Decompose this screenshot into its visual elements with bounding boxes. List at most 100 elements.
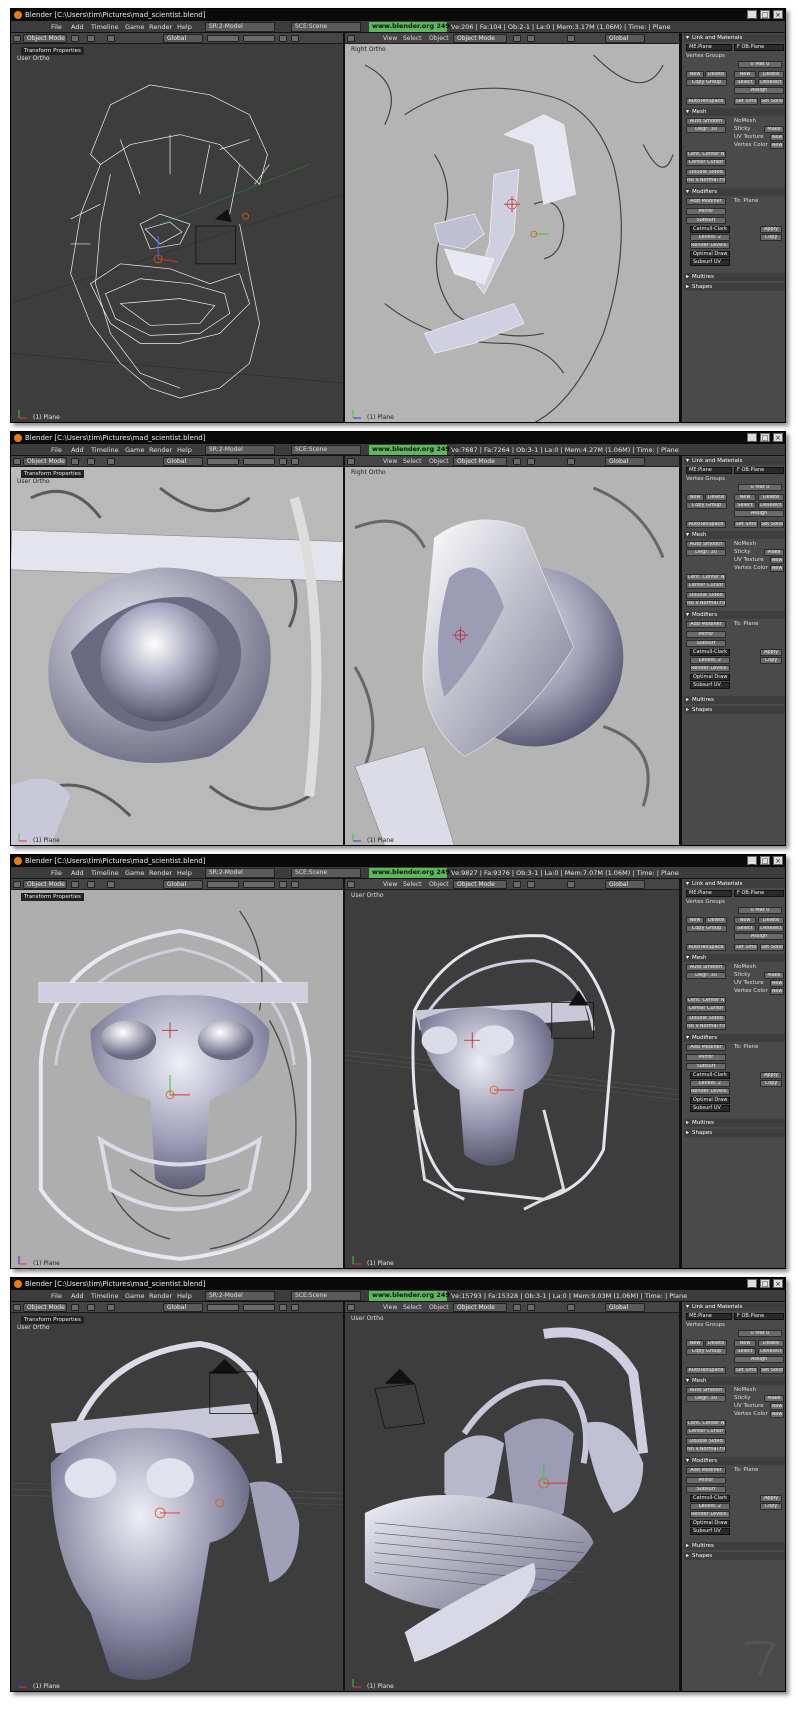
right-viewport[interactable]: View Select Object Object Mode Global Us… [345,1302,681,1691]
orientation-select[interactable]: Global [163,880,203,889]
menu-game[interactable]: Game [125,444,144,456]
viewport-type-icon[interactable] [13,881,21,888]
mesh-header[interactable]: Mesh [684,1377,785,1385]
menu-select[interactable]: Select [403,33,422,44]
multires-header[interactable]: Multires [684,696,785,704]
menu-file[interactable]: File [51,1290,62,1302]
make-sticky-button[interactable]: Make [764,126,784,133]
screen-selector[interactable]: SR:2-Model [205,868,275,878]
left-viewport[interactable]: Object Mode Global Transform Properties … [11,1302,345,1691]
new-vcol-button[interactable]: New [770,1411,784,1418]
delete-material-button[interactable]: Delete [758,71,784,78]
material-slot[interactable]: 0 Mat 0 [738,61,782,68]
blender-url[interactable]: www.blender.org 249.2 [369,868,457,878]
select-material-button[interactable]: Select [734,79,756,86]
orientation-select[interactable]: Global [163,1303,203,1312]
apply-modifier-button[interactable]: Apply [760,226,782,233]
optimal-draw-toggle[interactable]: Optimal Draw [690,1520,730,1527]
layer-icon[interactable] [243,881,275,888]
render-levels-field[interactable]: Render Levels: 2 [690,1088,730,1095]
deselect-material-button[interactable]: Deselect [758,502,784,509]
new-group-button[interactable]: New [686,917,704,924]
scene-selector[interactable]: SCE:Scene [291,868,361,878]
copy-group-button[interactable]: Copy Group [686,502,727,509]
menu-view[interactable]: View [383,1302,397,1313]
set-solid-button[interactable]: Set Solid [760,521,784,528]
copy-group-button[interactable]: Copy Group [686,925,727,932]
subsurf-type-select[interactable]: Catmull-Clark [690,649,730,656]
autotexspace-button[interactable]: AutoTexSpace [686,944,726,951]
blender-url[interactable]: www.blender.org 249.2 [369,22,457,32]
new-material-button[interactable]: New [734,494,756,501]
menu-select[interactable]: Select [403,1302,422,1313]
modifiers-header[interactable]: Modifiers [684,188,785,196]
pivot-icon[interactable] [87,1304,95,1311]
set-smooth-button[interactable]: Set Smo [734,98,758,105]
select-material-button[interactable]: Select [734,502,756,509]
layer-icon[interactable] [243,1304,275,1311]
subsurf-modifier[interactable]: Subsurf [686,1486,726,1493]
double-sided-toggle[interactable]: Double Sided [686,169,726,176]
minimize-icon[interactable]: _ [747,433,757,442]
hand-icon[interactable] [567,881,575,888]
auto-smooth-toggle[interactable]: Auto Smooth [686,118,726,125]
set-solid-button[interactable]: Set Solid [760,98,784,105]
set-solid-button[interactable]: Set Solid [760,1367,784,1374]
modifiers-header[interactable]: Modifiers [684,1457,785,1465]
hand-icon[interactable] [567,35,575,42]
layer-icon[interactable] [207,458,239,465]
left-viewport[interactable]: Object Mode Global Transform Properties … [11,33,345,422]
menu-timeline[interactable]: Timeline [91,1290,119,1302]
pivot-icon[interactable] [527,1304,535,1311]
menu-timeline[interactable]: Timeline [91,21,119,33]
subsurf-uv-toggle[interactable]: Subsurf UV [690,682,730,689]
make-sticky-button[interactable]: Make [764,972,784,979]
new-material-button[interactable]: New [734,917,756,924]
viewport-type-icon[interactable] [347,35,355,42]
mode-select[interactable]: Object Mode [23,880,67,889]
material-slot[interactable]: 0 Mat 0 [738,907,782,914]
shapes-header[interactable]: Shapes [684,1129,785,1137]
delete-group-button[interactable]: Delete [705,1340,727,1347]
scene-selector[interactable]: SCE:Scene [291,22,361,32]
pivot-icon[interactable] [87,881,95,888]
subsurf-uv-toggle[interactable]: Subsurf UV [690,1528,730,1535]
link-materials-header[interactable]: Link and Materials [684,880,785,888]
draw-type-icon[interactable] [71,35,79,42]
render-icon[interactable] [279,458,287,465]
deselect-material-button[interactable]: Deselect [758,79,784,86]
layer-icon[interactable] [207,35,239,42]
auto-smooth-toggle[interactable]: Auto Smooth [686,1387,726,1394]
apply-modifier-button[interactable]: Apply [760,1072,782,1079]
menu-view[interactable]: View [383,33,397,44]
multires-header[interactable]: Multires [684,273,785,281]
subsurf-modifier[interactable]: Subsurf [686,217,726,224]
centre-new-button[interactable]: Cent. Center N [686,151,726,158]
menu-select[interactable]: Select [403,879,422,890]
screen-selector[interactable]: SR:2-Model [205,445,275,455]
link-materials-header[interactable]: Link and Materials [684,1303,785,1311]
no-vnormal-toggle[interactable]: No V.Normal Flt [686,1446,726,1453]
menu-view[interactable]: View [383,456,397,467]
mode-select[interactable]: Object Mode [453,880,507,889]
material-slot[interactable]: 0 Mat 0 [738,1330,782,1337]
modifiers-header[interactable]: Modifiers [684,611,785,619]
orientation-select[interactable]: Global [605,880,645,889]
close-icon[interactable]: × [773,10,783,19]
lock-icon[interactable] [291,35,299,42]
modifiers-header[interactable]: Modifiers [684,1034,785,1042]
link-materials-header[interactable]: Link and Materials [684,34,785,42]
degree-field[interactable]: Degr: 30 [686,549,726,556]
menu-render[interactable]: Render [149,21,172,33]
object-name-field[interactable]: F OB:Plane [734,44,784,51]
menu-add[interactable]: Add [71,21,84,33]
delete-group-button[interactable]: Delete [705,917,727,924]
subsurf-type-select[interactable]: Catmull-Clark [690,226,730,233]
subsurf-modifier[interactable]: Subsurf [686,640,726,647]
new-vcol-button[interactable]: New [770,142,784,149]
menu-object[interactable]: Object [429,1302,449,1313]
draw-type-icon[interactable] [513,35,521,42]
centre-new-button[interactable]: Cent. Center N [686,574,726,581]
levels-field[interactable]: Levels: 2 [690,1080,730,1087]
layer-icon[interactable] [243,35,275,42]
